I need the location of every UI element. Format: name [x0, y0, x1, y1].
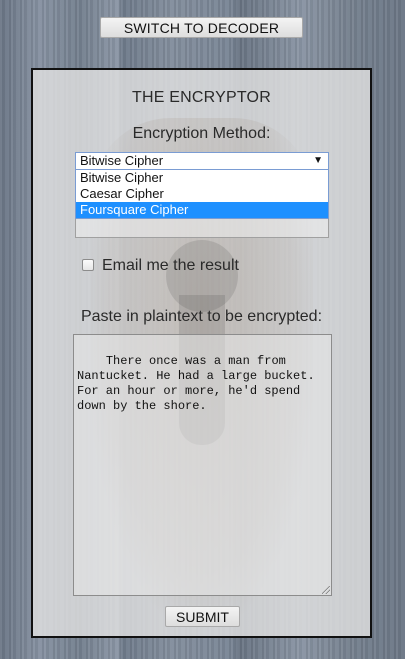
option-caesar-cipher[interactable]: Caesar Cipher	[76, 186, 328, 202]
resize-grip-icon[interactable]	[322, 586, 330, 594]
plaintext-input-value: There once was a man from Nantucket. He …	[77, 354, 315, 413]
plaintext-input[interactable]: There once was a man from Nantucket. He …	[73, 334, 332, 596]
encryption-method-select[interactable]: Bitwise Cipher ▼	[75, 152, 329, 170]
encryption-method-selected-value: Bitwise Cipher	[80, 153, 164, 168]
encryptor-panel: THE ENCRYPTOR Encryption Method: Bitwise…	[31, 68, 372, 638]
option-foursquare-cipher[interactable]: Foursquare Cipher	[76, 202, 328, 218]
option-bitwise-cipher[interactable]: Bitwise Cipher	[76, 170, 328, 186]
submit-button[interactable]: SUBMIT	[165, 606, 240, 627]
page-title: THE ENCRYPTOR	[132, 89, 271, 106]
plaintext-label: Paste in plaintext to be encrypted:	[80, 308, 323, 325]
chevron-down-icon[interactable]: ▼	[313, 153, 323, 169]
cipher-key-field[interactable]	[75, 219, 329, 238]
encryption-method-dropdown: Bitwise Cipher Caesar Cipher Foursquare …	[75, 170, 329, 219]
email-result-label[interactable]: Email me the result	[102, 257, 239, 275]
switch-to-decoder-button[interactable]: SWITCH TO DECODER	[100, 17, 303, 38]
encryption-method-label: Encryption Method:	[132, 125, 271, 142]
email-result-checkbox[interactable]	[82, 259, 94, 271]
